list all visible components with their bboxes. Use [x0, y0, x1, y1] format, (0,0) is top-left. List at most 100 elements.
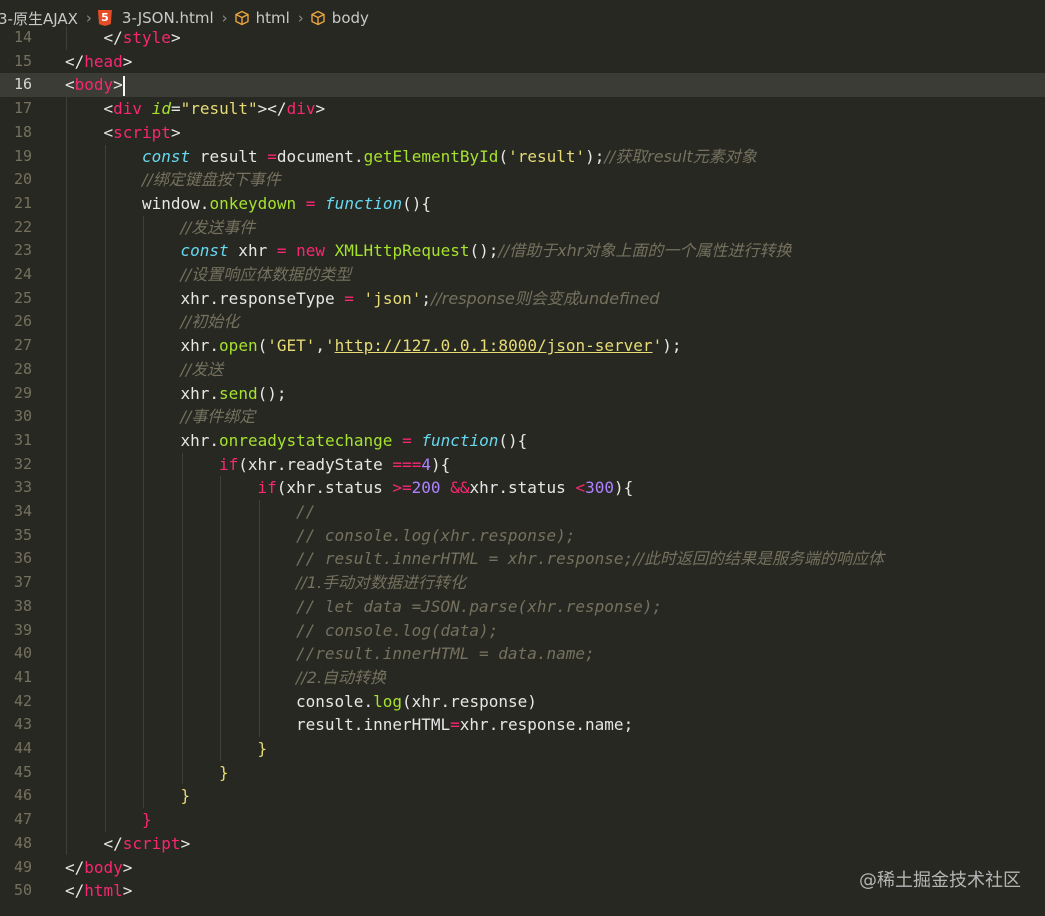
code-text: }: [257, 739, 268, 758]
line-number: 21: [13, 193, 32, 212]
code-text: //初始化: [180, 312, 240, 332]
breadcrumb-body-node[interactable]: body: [310, 9, 369, 27]
line-number: 18: [13, 122, 32, 141]
code-text: result.innerHTML=xhr.response.name;: [296, 715, 634, 735]
line-number: 34: [13, 502, 32, 520]
code-line[interactable]: 42 console.log(xhr.response): [0, 690, 1045, 714]
line-number: 50: [13, 881, 32, 900]
code-line[interactable]: 29 xhr.send();: [0, 382, 1045, 406]
line-number: 47: [13, 810, 32, 829]
code-line[interactable]: 17 <div id="result"></div>: [0, 97, 1045, 121]
code-text: <div id="result"></div>: [103, 99, 326, 119]
line-number: 40: [13, 644, 32, 663]
code-text: xhr.send();: [180, 383, 287, 403]
code-line[interactable]: 45}: [0, 761, 1045, 785]
code-text: }: [142, 810, 152, 830]
line-number: 30: [13, 407, 32, 426]
line-number: 38: [13, 596, 32, 615]
html5-file-icon: 5: [97, 10, 112, 26]
line-number: 25: [13, 288, 32, 307]
line-number: 23: [13, 241, 32, 260]
indent-guide: [66, 26, 67, 50]
code-line[interactable]: 15 </head>: [0, 50, 1045, 74]
line-number: 29: [13, 383, 32, 402]
code-line[interactable]: 16 <body>: [0, 73, 1045, 98]
breadcrumb-file[interactable]: 5 3-JSON.html: [97, 9, 214, 27]
code-text: //result.innerHTML = data.name;: [296, 644, 595, 664]
code-line[interactable]: 32 if(xhr.readyState ===4){: [0, 453, 1045, 477]
code-line[interactable]: 23 const xhr = new XMLHttpRequest();//借助于…: [0, 239, 1045, 263]
line-number: 26: [13, 312, 32, 331]
line-number: 17: [13, 99, 32, 118]
code-line[interactable]: 18 <script>: [0, 121, 1045, 145]
text-cursor: [122, 75, 125, 96]
code-text: //设置响应体数据的类型: [180, 265, 352, 284]
code-text: }: [180, 786, 191, 806]
code-editor[interactable]: 14 </style> 15 </head> 16 <body> 17 <div id="re…: [0, 26, 1045, 916]
code-text: const xhr = new XMLHttpRequest();//借助于xh…: [180, 241, 792, 261]
line-number: 35: [13, 525, 32, 544]
code-line[interactable]: 14 </style>: [0, 26, 1045, 50]
code-text: }: [219, 762, 229, 782]
line-number: 19: [13, 146, 32, 165]
code-text: </head>: [65, 51, 133, 71]
code-line[interactable]: 25 xhr.responseType = 'json';//response则会…: [0, 287, 1045, 311]
code-line[interactable]: 44}: [0, 737, 1045, 761]
line-number: 36: [13, 549, 32, 568]
code-text: //发送事件: [180, 217, 256, 237]
code-line[interactable]: 38 // let data =JSON.parse(xhr.response);: [0, 595, 1045, 619]
line-number: 24: [13, 265, 32, 283]
cube-icon: [311, 10, 325, 26]
code-text: if(xhr.readyState ===4){: [219, 454, 451, 474]
code-line[interactable]: 21 window.onkeydown = function(){: [0, 192, 1045, 216]
code-line[interactable]: 27 xhr.open('GET','http://127.0.0.1:8000/…: [0, 334, 1045, 358]
code-line[interactable]: 24 //设置响应体数据的类型: [0, 263, 1045, 287]
line-number: 22: [13, 217, 32, 236]
code-line[interactable]: 37 //1.手动对数据进行转化: [0, 571, 1045, 595]
line-number: 42: [13, 691, 32, 710]
code-text: window.onkeydown = function(){: [142, 193, 432, 213]
code-line[interactable]: 20 //绑定键盘按下事件: [0, 168, 1045, 192]
code-line[interactable]: 36 // result.innerHTML = xhr.response;//此…: [0, 547, 1045, 571]
line-number: 43: [13, 715, 32, 734]
code-text: //绑定键盘按下事件: [142, 170, 281, 190]
code-line[interactable]: 28 //发送: [0, 358, 1045, 382]
code-line[interactable]: 34 //: [0, 500, 1045, 524]
code-text: // console.log(data);: [296, 620, 499, 640]
code-line[interactable]: 48 </script>: [0, 832, 1045, 856]
code-text: if(xhr.status >=200 &&xhr.status <300){: [257, 478, 634, 498]
indent-guide: [143, 215, 144, 809]
indent-guide: [220, 476, 221, 761]
code-line[interactable]: 40 //result.innerHTML = data.name;: [0, 642, 1045, 666]
code-line[interactable]: 22 //发送事件: [0, 216, 1045, 240]
breadcrumb-html-node[interactable]: html: [234, 9, 290, 27]
code-line[interactable]: 19 const result =document.getElementById(…: [0, 145, 1045, 169]
code-text: </body>: [65, 857, 133, 877]
code-text: const result =document.getElementById('r…: [142, 146, 757, 166]
code-line[interactable]: 43 result.innerHTML=xhr.response.name;: [0, 713, 1045, 737]
line-number: 16: [13, 75, 32, 94]
code-text: xhr.onreadystatechange = function(){: [180, 430, 528, 450]
code-text: // let data =JSON.parse(xhr.response);: [296, 596, 663, 616]
code-text: </style>: [103, 28, 181, 47]
indent-guide: [258, 500, 260, 737]
chevron-right-icon: ›: [85, 9, 92, 27]
line-number: 44: [13, 739, 32, 757]
code-line[interactable]: 33 if(xhr.status >=200 &&xhr.status <300)…: [0, 476, 1045, 500]
code-line[interactable]: 46}: [0, 784, 1045, 808]
line-number: 48: [13, 833, 32, 852]
code-line[interactable]: 47}: [0, 808, 1045, 832]
code-line[interactable]: 31 xhr.onreadystatechange = function(){: [0, 429, 1045, 453]
code-line[interactable]: 26 //初始化: [0, 310, 1045, 334]
line-number: 45: [13, 762, 32, 781]
chevron-right-icon: ›: [297, 9, 304, 27]
line-number: 27: [13, 336, 32, 355]
line-number: 14: [13, 28, 32, 46]
code-line[interactable]: 35 // console.log(xhr.response);: [0, 524, 1045, 548]
line-number: 20: [13, 170, 32, 189]
code-line[interactable]: 30 //事件绑定: [0, 405, 1045, 429]
code-line[interactable]: 41 //2.自动转换: [0, 666, 1045, 690]
code-line[interactable]: 39 // console.log(data);: [0, 619, 1045, 643]
code-text: // result.innerHTML = xhr.response;//此时返…: [296, 549, 884, 569]
indent-guide: [104, 144, 106, 832]
